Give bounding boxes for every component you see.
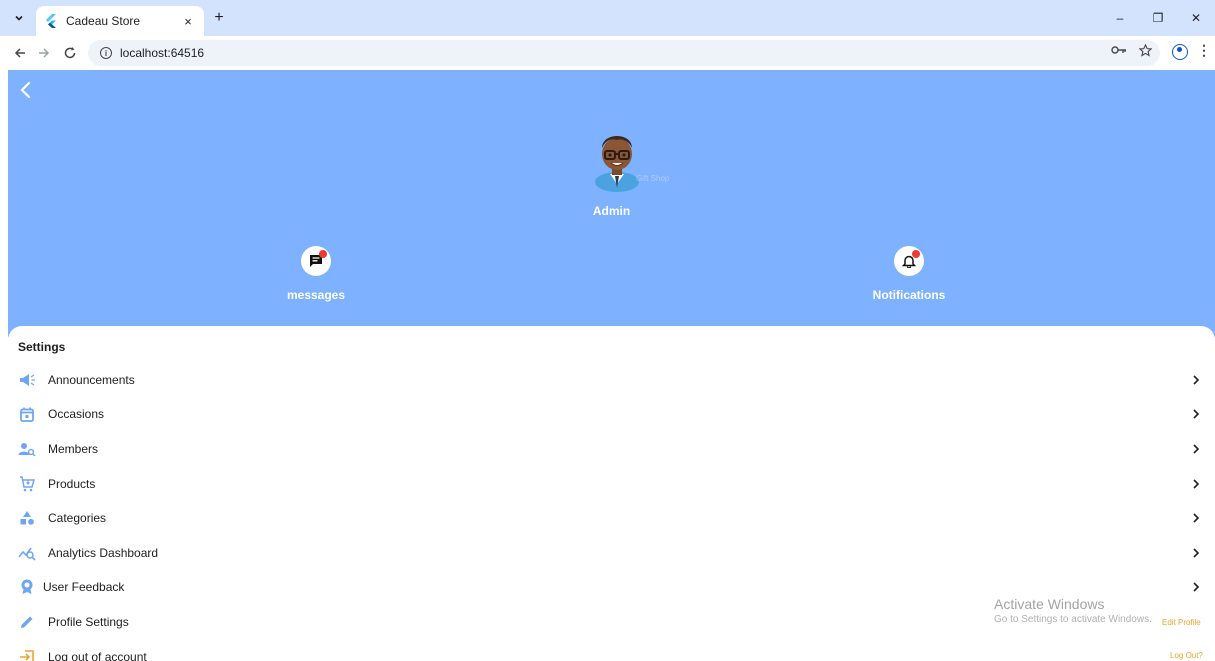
- browser-tabstrip: Cadeau Store × + – ❐ ✕: [0, 0, 1215, 36]
- browser-menu-icon[interactable]: ⋮: [1197, 42, 1211, 59]
- cart-icon: [18, 475, 36, 493]
- notifications-button[interactable]: Notifications: [839, 246, 979, 302]
- award-icon: [18, 578, 36, 596]
- chevron-down-icon: [15, 15, 23, 21]
- people-search-icon: [18, 440, 36, 458]
- calendar-icon: [18, 405, 36, 423]
- activate-title: Activate Windows: [994, 596, 1105, 612]
- chevron-right-icon: [1193, 409, 1200, 419]
- menu-item-members[interactable]: Members: [8, 432, 1215, 466]
- menu-item-log-out[interactable]: Log out of account: [8, 640, 1215, 661]
- menu-item-label: Analytics Dashboard: [48, 546, 159, 560]
- log-out-link[interactable]: Log Out?: [1170, 651, 1203, 660]
- bookmark-star-icon[interactable]: [1138, 43, 1153, 60]
- menu-item-label: Categories: [48, 511, 107, 525]
- flutter-icon: [44, 14, 58, 28]
- menu-item-label: Occasions: [48, 407, 105, 421]
- menu-item-label: Announcements: [48, 373, 135, 387]
- activate-windows-watermark: Activate Windows Go to Settings to activ…: [994, 596, 1152, 625]
- analytics-icon: [18, 544, 36, 562]
- messages-label: messages: [286, 288, 346, 302]
- minimize-button[interactable]: –: [1101, 0, 1139, 36]
- window-controls: – ❐ ✕: [1101, 0, 1215, 36]
- new-tab-button[interactable]: +: [210, 9, 228, 27]
- menu-item-label: Products: [48, 477, 96, 491]
- settings-title: Settings: [18, 340, 66, 354]
- unread-badge: [319, 250, 327, 258]
- avatar-overlay-text: Gift Shop: [636, 174, 670, 183]
- close-button[interactable]: ✕: [1177, 0, 1215, 36]
- menu-item-label: Log out of account: [48, 650, 147, 661]
- forward-arrow-icon[interactable]: [34, 43, 54, 63]
- menu-item-label: Profile Settings: [48, 615, 129, 629]
- back-chevron-icon[interactable]: [16, 80, 36, 100]
- shapes-icon: [18, 509, 36, 527]
- messages-button[interactable]: messages: [246, 246, 386, 302]
- chevron-right-icon: [1193, 582, 1200, 592]
- chevron-right-icon: [1193, 548, 1200, 558]
- megaphone-icon: [18, 371, 36, 389]
- back-arrow-icon[interactable]: [10, 43, 30, 63]
- profile-header: Gift Shop Admin messages Notifications: [8, 70, 1215, 338]
- chevron-right-icon: [1193, 479, 1200, 489]
- menu-item-categories[interactable]: Categories: [8, 501, 1215, 535]
- browser-toolbar: i localhost:64516: [0, 36, 1215, 70]
- chevron-right-icon: [1193, 375, 1200, 385]
- address-bar[interactable]: i localhost:64516: [88, 40, 1160, 66]
- unread-badge: [912, 250, 920, 258]
- menu-item-announcements[interactable]: Announcements: [8, 363, 1215, 397]
- tab-close-icon[interactable]: ×: [180, 14, 196, 29]
- pencil-icon: [18, 613, 36, 631]
- menu-item-label: Members: [48, 442, 99, 456]
- menu-item-products[interactable]: Products: [8, 467, 1215, 501]
- browser-tab[interactable]: Cadeau Store ×: [36, 6, 204, 36]
- key-icon[interactable]: [1111, 44, 1127, 60]
- edit-profile-link[interactable]: Edit Profile: [1162, 618, 1201, 627]
- logout-icon: [18, 648, 36, 661]
- profile-icon[interactable]: [1172, 44, 1188, 60]
- menu-item-analytics-dashboard[interactable]: Analytics Dashboard: [8, 536, 1215, 570]
- activate-subtitle: Go to Settings to activate Windows.: [994, 614, 1152, 625]
- url-text: localhost:64516: [120, 46, 205, 60]
- chevron-right-icon: [1193, 513, 1200, 523]
- restore-button[interactable]: ❐: [1139, 0, 1177, 36]
- site-info-icon[interactable]: i: [100, 47, 112, 59]
- reload-icon[interactable]: [60, 43, 80, 63]
- tab-title: Cadeau Store: [66, 14, 141, 28]
- chevron-right-icon: [1193, 444, 1200, 454]
- admin-name: Admin: [592, 204, 631, 218]
- menu-item-occasions[interactable]: Occasions: [8, 397, 1215, 431]
- tab-search-button[interactable]: [8, 8, 30, 28]
- notifications-label: Notifications: [872, 288, 946, 302]
- menu-item-label: User Feedback: [43, 580, 125, 594]
